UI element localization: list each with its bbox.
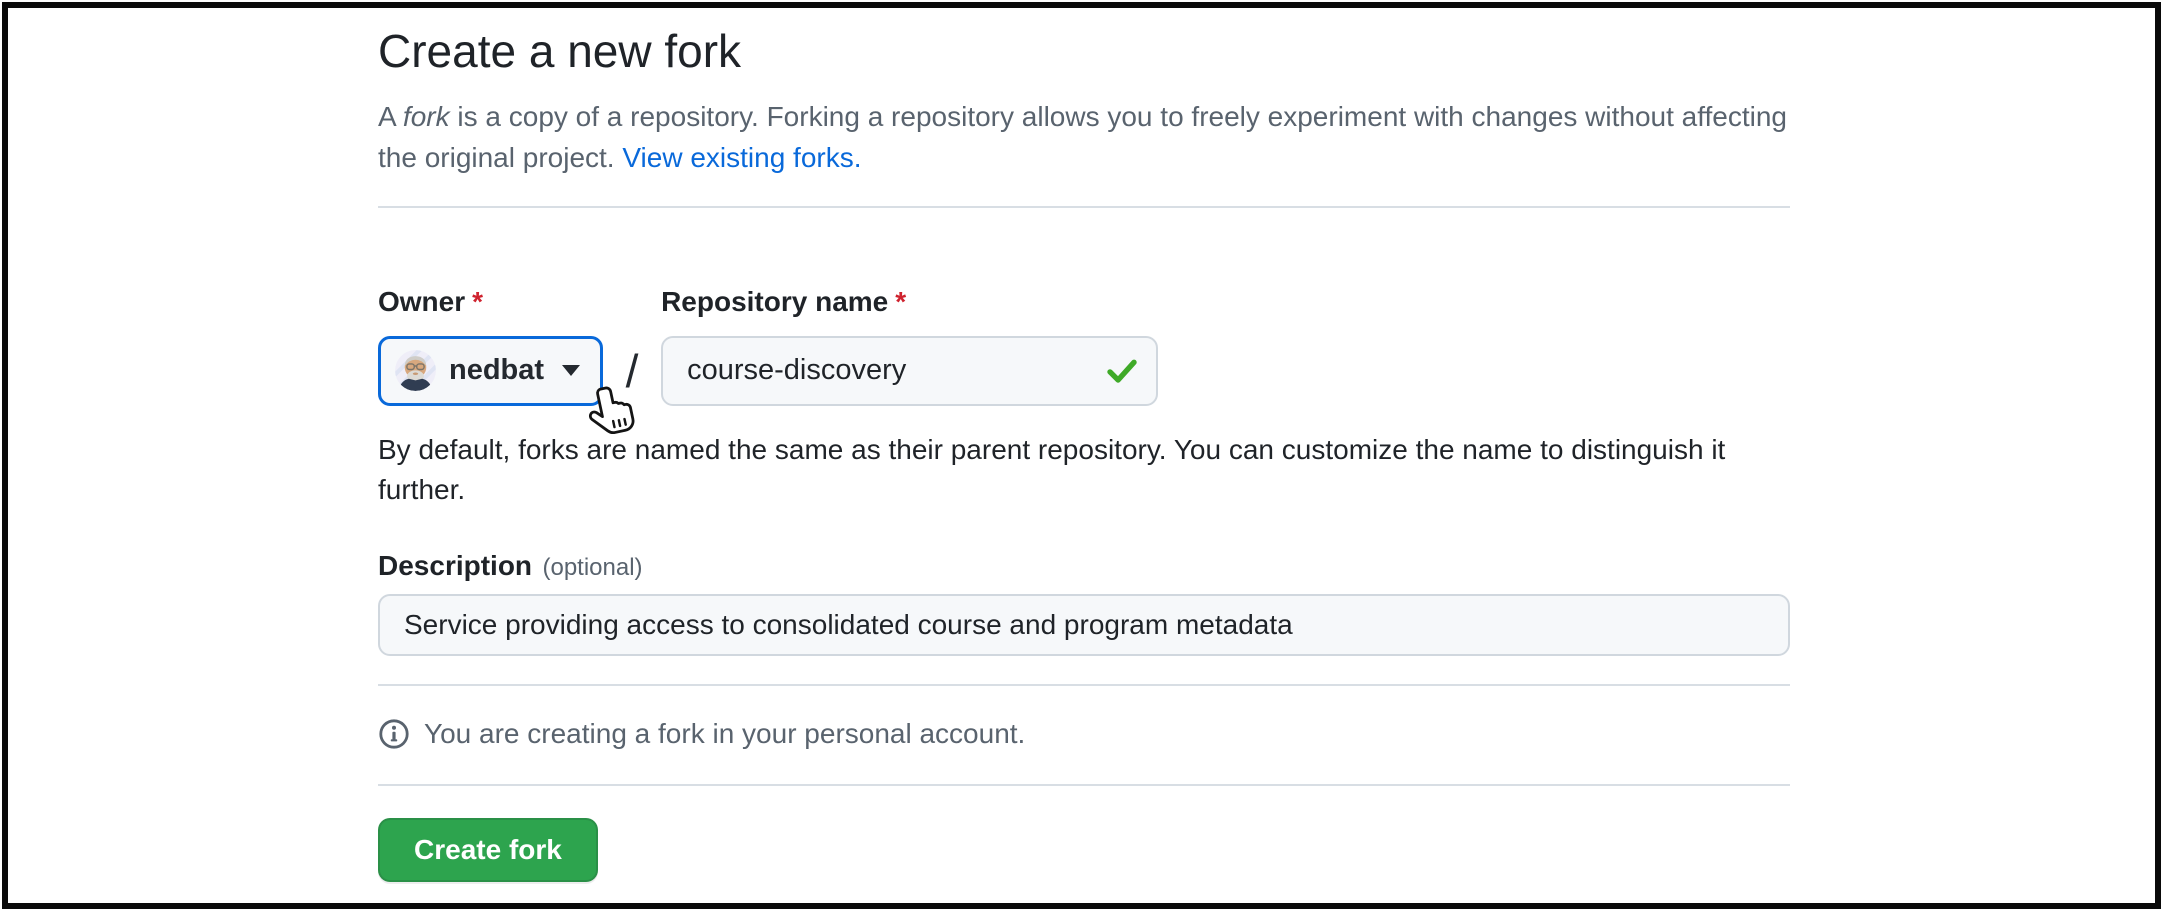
create-fork-button[interactable]: Create fork: [378, 818, 598, 882]
owner-avatar: [395, 350, 436, 391]
personal-account-note: You are creating a fork in your personal…: [378, 718, 1790, 750]
repository-name-input[interactable]: [661, 336, 1158, 406]
intro-body: is a copy of a repository. Forking a rep…: [378, 101, 1787, 173]
divider-bottom: [378, 784, 1790, 786]
personal-account-note-text: You are creating a fork in your personal…: [424, 718, 1025, 750]
description-input[interactable]: [378, 594, 1790, 656]
intro-text: A fork is a copy of a repository. Forkin…: [378, 96, 1810, 178]
owner-field: Owner*: [378, 286, 603, 406]
repository-field: Repository name*: [661, 286, 1158, 406]
divider-middle: [378, 684, 1790, 686]
create-fork-page: Create a new fork A fork is a copy of a …: [378, 22, 1790, 882]
description-label: Description: [378, 550, 532, 581]
view-existing-forks-link[interactable]: View existing forks.: [622, 142, 861, 173]
fork-naming-note: By default, forks are named the same as …: [378, 430, 1810, 510]
owner-dropdown-button[interactable]: nedbat: [378, 336, 603, 406]
description-optional-marker: (optional): [542, 554, 642, 581]
divider-top: [378, 206, 1790, 208]
chevron-down-icon: [562, 365, 580, 376]
owner-repo-row: Owner*: [378, 286, 1790, 406]
repository-input-wrap: [661, 336, 1158, 406]
required-asterisk: *: [472, 286, 483, 317]
check-icon: [1104, 353, 1140, 389]
owner-label: Owner*: [378, 286, 603, 318]
required-asterisk: *: [895, 286, 906, 317]
page-title: Create a new fork: [378, 22, 1790, 82]
info-icon: [378, 718, 410, 750]
owner-selected-value: nedbat: [449, 354, 544, 387]
repository-label: Repository name*: [661, 286, 1158, 318]
owner-repo-separator: /: [603, 336, 661, 406]
description-label-row: Description (optional): [378, 550, 1790, 582]
intro-fork-word: fork: [403, 101, 450, 132]
intro-prefix: A: [378, 101, 403, 132]
